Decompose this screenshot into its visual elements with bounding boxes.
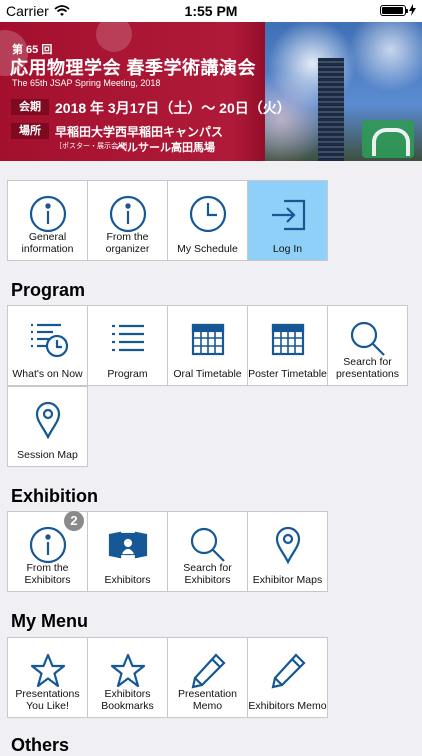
tile-label: Exhibitors Memo: [248, 700, 327, 712]
tile-label: Poster Timetable: [248, 368, 327, 380]
program-tile-row: What's on Now Program Oral Timetable Pos…: [7, 305, 408, 386]
section-title-others: Others: [11, 735, 70, 755]
tile-label: Presentation Memo: [178, 688, 237, 712]
tile-label: Exhibitors: [104, 574, 151, 586]
tile-label: Search for Exhibitors: [183, 562, 232, 586]
banner-venue: 早稲田大学西早稲田キャンパス: [55, 125, 224, 139]
tile-label: Oral Timetable: [173, 368, 242, 380]
tile-label: Search for presentations: [335, 356, 400, 380]
tower-image: [318, 58, 344, 161]
tile-label: Log In: [272, 243, 303, 255]
exhibitor-icon: [107, 524, 149, 566]
tile-label: Program: [107, 368, 148, 380]
general-information-tile[interactable]: General information: [7, 180, 88, 261]
exhibitors-memo-tile[interactable]: Exhibitors Memo: [247, 637, 328, 718]
banner-title: 応用物理学会 春季学術講演会: [10, 58, 256, 78]
search-presentations-tile[interactable]: Search for presentations: [327, 305, 408, 386]
section-title-program: Program: [11, 280, 86, 300]
pencil-icon: [267, 650, 309, 692]
exhibitors-bookmarks-tile[interactable]: Exhibitors Bookmarks: [87, 637, 168, 718]
tile-label: From the organizer: [105, 231, 150, 255]
tile-label: What's on Now: [12, 368, 83, 380]
top-tile-row: General information From the organizer M…: [7, 180, 328, 261]
battery-icon: [380, 4, 408, 16]
info-icon: [27, 524, 69, 566]
search-icon: [347, 318, 389, 360]
presentations-you-like-tile[interactable]: Presentations You Like!: [7, 637, 88, 718]
section-title-my-menu: My Menu: [11, 611, 89, 631]
clock-icon: [187, 193, 229, 235]
calendar-icon: [187, 318, 229, 360]
map-pin-icon: [27, 399, 69, 441]
from-organizer-tile[interactable]: From the organizer: [87, 180, 168, 261]
tile-label: My Schedule: [177, 243, 238, 255]
banner-venue2: ベルサール高田馬場: [116, 142, 215, 154]
jsap-logo: [362, 120, 414, 158]
log-in-tile[interactable]: Log In: [247, 180, 328, 261]
period-label: 会期: [11, 99, 49, 115]
pencil-icon: [187, 650, 229, 692]
tile-label: General information: [21, 231, 74, 255]
tile-label: Session Map: [17, 449, 78, 461]
calendar-icon: [267, 318, 309, 360]
battery-fill: [382, 6, 403, 14]
exhibitor-maps-tile[interactable]: Exhibitor Maps: [247, 511, 328, 592]
whats-on-now-tile[interactable]: What's on Now: [7, 305, 88, 386]
info-icon: [107, 193, 149, 235]
login-icon: [267, 193, 309, 235]
exhibitors-tile[interactable]: Exhibitors: [87, 511, 168, 592]
banner-dates: 2018 年 3月17日（土）～ 20日（火）: [55, 100, 291, 116]
star-icon: [107, 650, 149, 692]
session-map-tile[interactable]: Session Map: [7, 386, 88, 467]
oral-timetable-tile[interactable]: Oral Timetable: [167, 305, 248, 386]
event-banner[interactable]: 第 65 回 応用物理学会 春季学術講演会 The 65th JSAP Spri…: [0, 22, 422, 161]
tile-label: Presentations You Like!: [15, 688, 80, 712]
program-tile-row-2: Session Map: [7, 386, 88, 467]
banner-decoration: [96, 22, 132, 52]
status-time: 1:55 PM: [184, 3, 238, 19]
my-schedule-tile[interactable]: My Schedule: [167, 180, 248, 261]
info-icon: [27, 193, 69, 235]
venue-label: 場所: [11, 123, 49, 139]
list-clock-icon: [27, 318, 69, 360]
tile-label: Exhibitors Bookmarks: [101, 688, 154, 712]
list-icon: [107, 318, 149, 360]
map-pin-icon: [267, 524, 309, 566]
program-tile[interactable]: Program: [87, 305, 168, 386]
presentation-memo-tile[interactable]: Presentation Memo: [167, 637, 248, 718]
from-exhibitors-tile[interactable]: 2 From the Exhibitors: [7, 511, 88, 592]
charging-bolt-icon: [409, 4, 416, 16]
search-exhibitors-tile[interactable]: Search for Exhibitors: [167, 511, 248, 592]
tile-label: Exhibitor Maps: [252, 574, 323, 586]
exhibition-tile-row: 2 From the Exhibitors Exhibitors Search …: [7, 511, 328, 592]
tile-label: From the Exhibitors: [24, 562, 71, 586]
search-icon: [187, 524, 229, 566]
star-icon: [27, 650, 69, 692]
my-menu-tile-row: Presentations You Like! Exhibitors Bookm…: [7, 637, 328, 718]
banner-subtitle: The 65th JSAP Spring Meeting, 2018: [12, 78, 161, 88]
notification-badge: 2: [64, 511, 84, 531]
section-title-exhibition: Exhibition: [11, 486, 98, 506]
battery-indicator: [380, 4, 416, 16]
poster-timetable-tile[interactable]: Poster Timetable: [247, 305, 328, 386]
status-bar: Carrier 1:55 PM: [0, 0, 422, 22]
